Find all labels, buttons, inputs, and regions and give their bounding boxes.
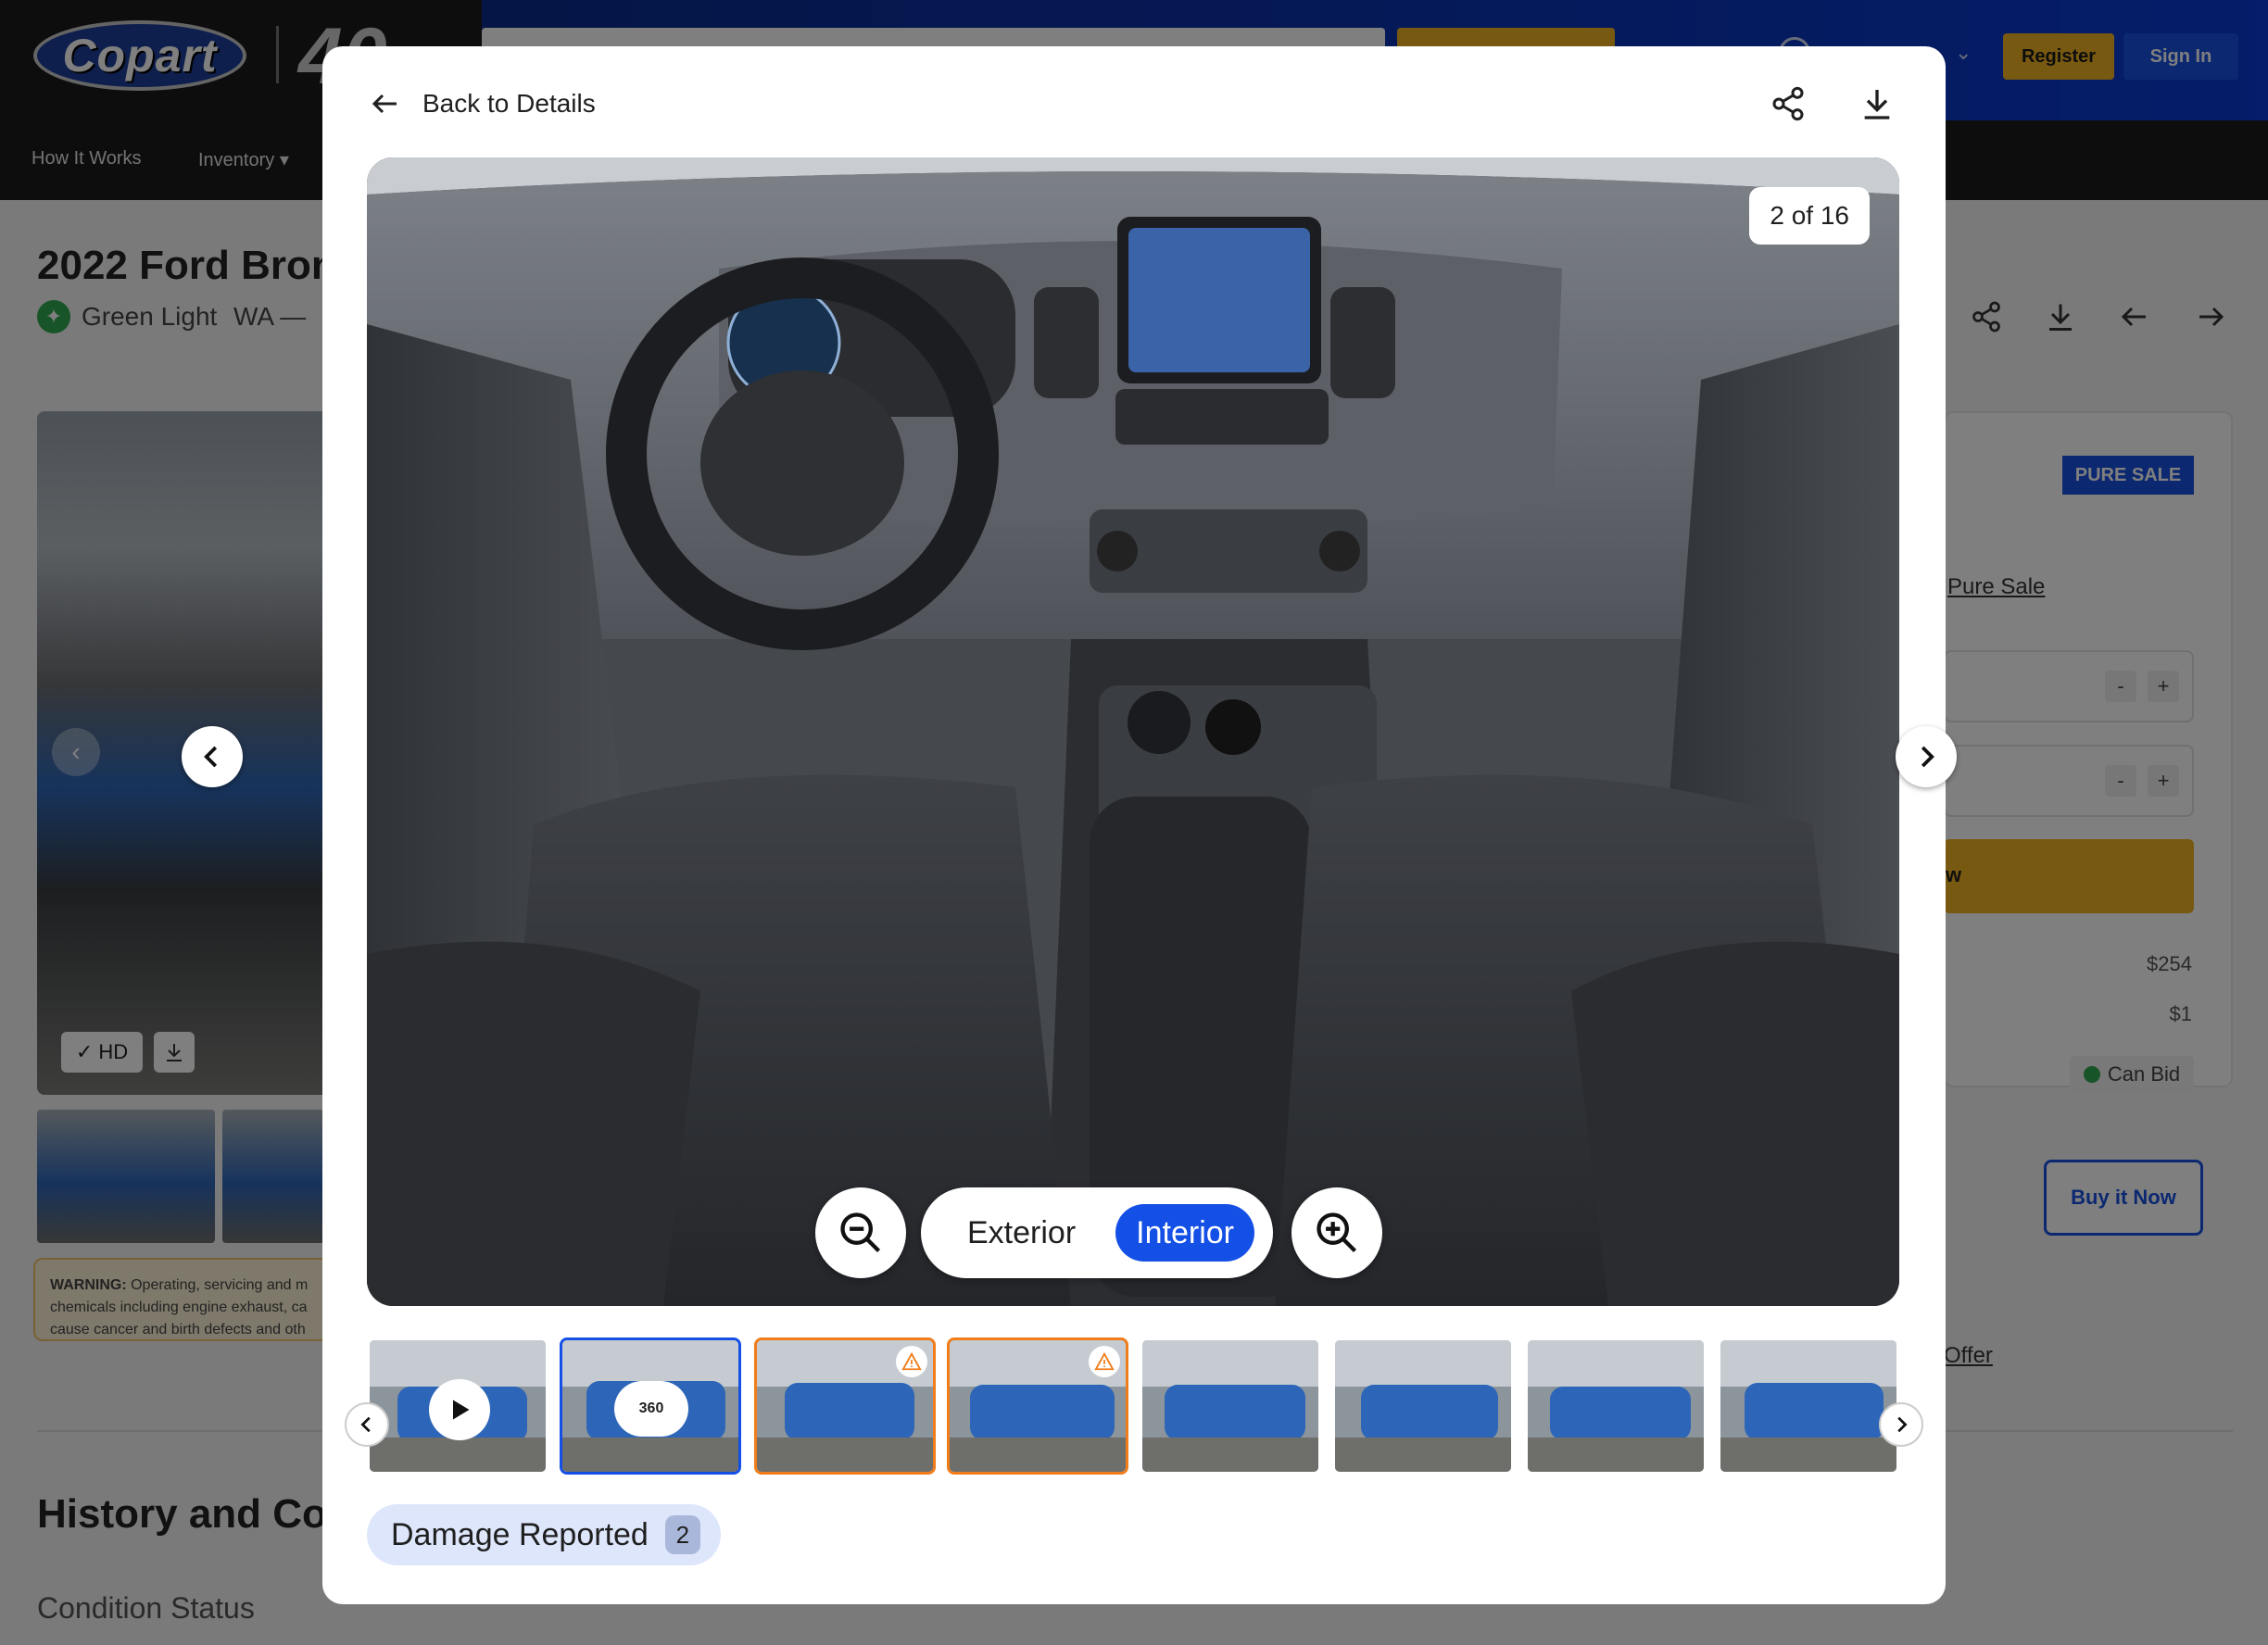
image-viewer-modal: Back to Details 2 of 16 Exterior Interio… — [182, 46, 1957, 1604]
zoom-in-icon — [1317, 1212, 1357, 1253]
exterior-option[interactable]: Exterior — [947, 1204, 1096, 1262]
back-label: Back to Details — [422, 89, 596, 118]
warning-icon — [896, 1346, 927, 1377]
thumbnail[interactable] — [1140, 1337, 1321, 1475]
zoom-in-button[interactable] — [1292, 1187, 1382, 1278]
back-to-details-link[interactable]: Back to Details — [369, 87, 596, 120]
thumbnail-360[interactable]: 360 — [560, 1337, 741, 1475]
download-icon — [1864, 90, 1890, 119]
download-button[interactable] — [1849, 76, 1905, 132]
thumbnails-next-button[interactable] — [1879, 1402, 1923, 1447]
image-counter: 2 of 16 — [1749, 187, 1870, 245]
play-icon — [453, 1400, 470, 1420]
exterior-interior-toggle[interactable]: Exterior Interior — [921, 1187, 1273, 1278]
zoom-out-button[interactable] — [815, 1187, 906, 1278]
share-button[interactable] — [1760, 76, 1816, 132]
thumbnail-damage[interactable] — [754, 1337, 936, 1475]
play-button[interactable] — [429, 1379, 490, 1440]
next-image-button[interactable] — [1896, 726, 1957, 787]
thumbnail-damage[interactable] — [947, 1337, 1128, 1475]
interior-photo — [367, 157, 1899, 1306]
rotate-360-icon: 360 — [614, 1381, 688, 1437]
main-photo[interactable]: 2 of 16 — [367, 157, 1899, 1306]
thumbnail-strip: 360 — [367, 1337, 1905, 1475]
chevron-right-icon — [1897, 1416, 1908, 1433]
chevron-left-icon — [204, 746, 218, 768]
share-icon — [1772, 86, 1804, 121]
warning-icon — [1089, 1346, 1120, 1377]
thumbnail[interactable] — [1718, 1337, 1899, 1475]
chevron-right-icon — [1921, 746, 1934, 768]
damage-reported-label: Damage Reported — [391, 1516, 649, 1552]
interior-option[interactable]: Interior — [1115, 1204, 1254, 1262]
previous-image-button[interactable] — [182, 726, 243, 787]
zoom-out-icon — [840, 1212, 881, 1253]
damage-reported-filter[interactable]: Damage Reported 2 — [367, 1504, 721, 1565]
thumbnail[interactable] — [1525, 1337, 1707, 1475]
thumbnails-prev-button[interactable] — [345, 1402, 389, 1447]
damage-count-badge: 2 — [664, 1515, 700, 1554]
chevron-left-icon — [360, 1416, 371, 1433]
thumbnail[interactable] — [1332, 1337, 1514, 1475]
arrow-left-icon — [372, 94, 397, 114]
thumbnail-video[interactable] — [367, 1337, 548, 1475]
